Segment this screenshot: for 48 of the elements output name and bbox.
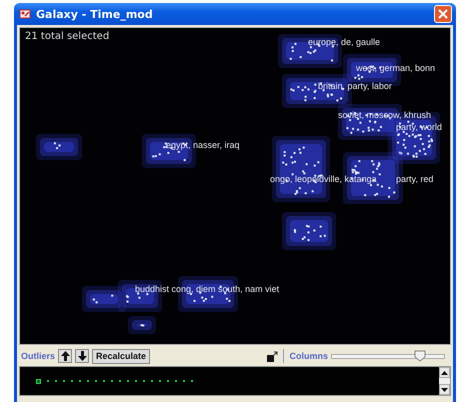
outlier-marker[interactable] <box>127 380 129 382</box>
outlier-marker[interactable] <box>87 380 89 382</box>
cluster-label: west, german, bonn <box>356 63 436 74</box>
outlier-marker[interactable] <box>183 380 185 382</box>
scroll-up-button[interactable] <box>439 367 450 378</box>
cluster-label: britain, party, labor <box>318 81 392 92</box>
point-cluster <box>282 212 336 250</box>
cluster-label: party, red <box>396 174 434 185</box>
columns-slider[interactable] <box>331 349 445 363</box>
app-icon <box>19 8 31 20</box>
outlier-marker[interactable] <box>63 380 65 382</box>
outlier-marker[interactable] <box>191 380 193 382</box>
move-down-button[interactable] <box>75 349 90 363</box>
outlier-marker[interactable] <box>47 380 49 382</box>
outlier-marker[interactable] <box>111 380 113 382</box>
outlier-marker[interactable] <box>175 380 177 382</box>
columns-label: Columns <box>289 351 328 361</box>
scroll-down-button[interactable] <box>439 384 450 395</box>
outlier-marker[interactable] <box>159 380 161 382</box>
outlier-marker[interactable] <box>79 380 81 382</box>
close-icon <box>438 9 448 19</box>
point-cluster <box>278 34 342 68</box>
outlier-marker[interactable] <box>71 380 73 382</box>
slider-thumb[interactable] <box>414 350 426 362</box>
point-cluster <box>36 134 82 160</box>
outlier-marker[interactable] <box>167 380 169 382</box>
outliers-label: Outliers <box>21 351 56 361</box>
outlier-marker[interactable] <box>135 380 137 382</box>
cluster-label: europe, de, gaulle <box>308 37 380 48</box>
up-arrow-icon <box>60 351 70 361</box>
window-title: Galaxy - Time_mod <box>36 8 154 20</box>
outlier-marker[interactable] <box>103 380 105 382</box>
resize-icon[interactable] <box>267 350 278 362</box>
outlier-marker[interactable] <box>95 380 97 382</box>
outlier-marker[interactable] <box>151 380 153 382</box>
recalculate-button[interactable]: Recalculate <box>92 348 150 364</box>
point-cluster <box>128 316 156 334</box>
close-button[interactable] <box>434 5 452 23</box>
outlier-marker[interactable] <box>119 380 121 382</box>
scrollbar[interactable] <box>439 367 450 395</box>
down-arrow-icon <box>78 351 87 361</box>
selection-count: 21 total selected <box>25 31 110 42</box>
move-up-button[interactable] <box>58 349 72 363</box>
outlier-marker[interactable] <box>143 380 145 382</box>
up-caret-icon <box>441 370 448 374</box>
outlier-marker[interactable] <box>55 380 57 382</box>
outlier-marker[interactable] <box>36 378 41 384</box>
down-caret-icon <box>441 388 448 392</box>
